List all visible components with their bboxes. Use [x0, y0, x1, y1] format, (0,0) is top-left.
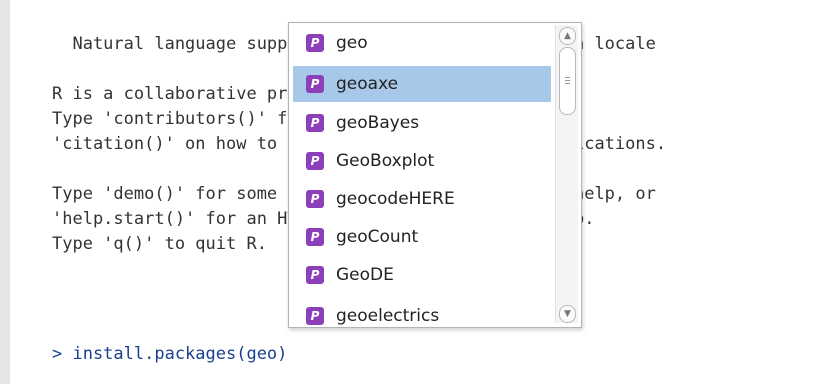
completion-label: geoelectrics [336, 306, 440, 326]
completion-item[interactable]: P geo [293, 25, 551, 61]
completion-item[interactable]: P geoCount [293, 219, 551, 255]
package-icon: P [306, 228, 324, 246]
chevron-up-icon: ▲ [564, 30, 571, 41]
autocomplete-popup: P geo P geoaxe P geoBayes P GeoBoxplot P… [288, 22, 582, 328]
grip-line [565, 80, 570, 81]
completion-label: GeoDE [336, 265, 394, 285]
popup-scrollbar[interactable]: ▲ ▼ [555, 25, 578, 323]
package-icon: P [306, 75, 324, 93]
package-icon: P [306, 307, 324, 325]
scroll-thumb[interactable] [559, 47, 576, 115]
chevron-down-icon: ▼ [564, 308, 571, 319]
completion-label: geoaxe [336, 74, 399, 94]
scroll-up-button[interactable]: ▲ [559, 27, 576, 45]
package-icon: P [306, 34, 324, 52]
package-icon: P [306, 266, 324, 284]
grip-line [565, 83, 570, 84]
completion-item[interactable]: P geoBayes [293, 105, 551, 141]
completion-label: geoBayes [336, 113, 420, 133]
completion-label: geoCount [336, 227, 419, 247]
package-icon: P [306, 190, 324, 208]
completion-label: geocodeHERE [336, 189, 455, 209]
completion-label: geo [336, 33, 368, 53]
completion-item[interactable]: P GeoDE [293, 257, 551, 293]
console-input[interactable]: > install.packages(geo) [52, 342, 287, 367]
completion-item[interactable]: P geocodeHERE [293, 181, 551, 217]
grip-line [565, 77, 570, 78]
package-icon: P [306, 152, 324, 170]
completion-item-selected[interactable]: P geoaxe [293, 66, 551, 102]
completion-item[interactable]: P geoelectrics [293, 298, 551, 327]
completion-label: GeoBoxplot [336, 151, 435, 171]
console-left-border [0, 0, 10, 384]
package-icon: P [306, 114, 324, 132]
scroll-down-button[interactable]: ▼ [559, 305, 576, 323]
completion-item[interactable]: P GeoBoxplot [293, 143, 551, 179]
